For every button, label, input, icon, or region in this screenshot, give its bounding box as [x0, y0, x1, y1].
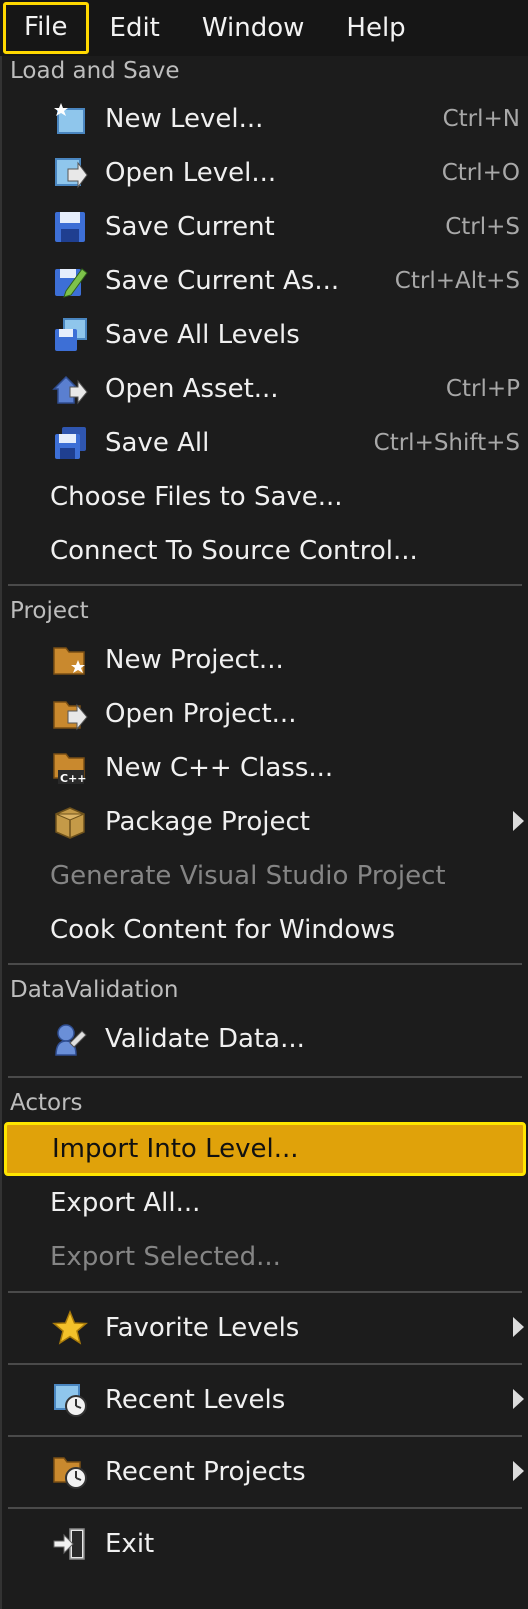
menu-item-recent-levels[interactable]: Recent Levels [2, 1373, 528, 1427]
package-icon [52, 804, 88, 840]
save-current-shortcut: Ctrl+S [445, 214, 520, 240]
open-asset-label: Open Asset... [105, 374, 279, 404]
menu-item-generate-visual-studio-project: Generate Visual Studio Project [2, 849, 528, 903]
choose-files-label: Choose Files to Save... [50, 482, 343, 512]
menu-item-validate-data[interactable]: Validate Data... [2, 1012, 528, 1066]
validate-data-icon [52, 1021, 88, 1057]
open-project-label: Open Project... [105, 699, 297, 729]
favorite-levels-label: Favorite Levels [105, 1313, 300, 1343]
separator [8, 1363, 522, 1365]
save-all-levels-label: Save All Levels [105, 320, 300, 350]
new-project-icon [52, 642, 88, 678]
open-asset-icon [52, 371, 88, 407]
export-selected-label: Export Selected... [50, 1242, 281, 1272]
separator [8, 1291, 522, 1293]
menu-item-save-current-as[interactable]: Save Current As... Ctrl+Alt+S [2, 254, 528, 308]
separator [8, 584, 522, 586]
menu-item-package-project[interactable]: Package Project [2, 795, 528, 849]
menu-item-export-all[interactable]: Export All... [2, 1176, 528, 1230]
save-all-icon [52, 425, 88, 461]
section-actors: Actors [10, 1090, 83, 1116]
menu-item-new-level[interactable]: New Level... Ctrl+N [2, 92, 528, 146]
cook-content-label: Cook Content for Windows [50, 915, 396, 945]
recent-levels-label: Recent Levels [105, 1385, 286, 1415]
menu-item-choose-files-to-save[interactable]: Choose Files to Save... [2, 470, 528, 524]
menu-item-connect-source-control[interactable]: Connect To Source Control... [2, 524, 528, 578]
open-level-label: Open Level... [105, 158, 277, 188]
menu-item-save-current[interactable]: Save Current Ctrl+S [2, 200, 528, 254]
menu-help[interactable]: Help [325, 3, 426, 53]
submenu-arrow-icon [513, 1317, 524, 1337]
menu-item-recent-projects[interactable]: Recent Projects [2, 1445, 528, 1499]
save-all-label: Save All [105, 428, 210, 458]
new-level-shortcut: Ctrl+N [442, 106, 520, 132]
cpp-class-icon: C++ [52, 750, 88, 786]
star-icon [52, 1310, 88, 1346]
new-level-icon [52, 101, 88, 137]
recent-projects-label: Recent Projects [105, 1457, 306, 1487]
menu-item-export-selected: Export Selected... [2, 1230, 528, 1284]
menu-item-save-all[interactable]: Save All Ctrl+Shift+S [2, 416, 528, 470]
save-icon [52, 209, 88, 245]
exit-icon [52, 1526, 88, 1562]
menu-item-new-cpp-class[interactable]: C++ New C++ Class... [2, 741, 528, 795]
submenu-arrow-icon [513, 811, 524, 831]
open-level-shortcut: Ctrl+O [441, 160, 520, 186]
separator [8, 1076, 522, 1078]
menu-item-exit[interactable]: Exit [2, 1517, 528, 1571]
separator [8, 963, 522, 965]
connect-source-label: Connect To Source Control... [50, 536, 418, 566]
menu-item-save-all-levels[interactable]: Save All Levels [2, 308, 528, 362]
exit-label: Exit [105, 1529, 155, 1559]
save-current-as-shortcut: Ctrl+Alt+S [394, 268, 520, 294]
save-current-as-label: Save Current As... [105, 266, 340, 296]
submenu-arrow-icon [513, 1461, 524, 1481]
new-cpp-class-label: New C++ Class... [105, 753, 334, 783]
open-project-icon [52, 696, 88, 732]
section-data-validation: DataValidation [10, 977, 179, 1003]
menu-item-open-asset[interactable]: Open Asset... Ctrl+P [2, 362, 528, 416]
import-into-level-label: Import Into Level... [52, 1134, 299, 1164]
submenu-arrow-icon [513, 1389, 524, 1409]
separator [8, 1435, 522, 1437]
menu-item-favorite-levels[interactable]: Favorite Levels [2, 1301, 528, 1355]
open-level-icon [52, 155, 88, 191]
menu-file[interactable]: File [3, 2, 89, 54]
section-load-and-save: Load and Save [10, 58, 180, 84]
new-level-label: New Level... [105, 104, 264, 134]
export-all-label: Export All... [50, 1188, 201, 1218]
recent-projects-icon [52, 1454, 88, 1490]
file-menu-dropdown: Load and Save New Level... Ctrl+N Open L… [0, 56, 528, 1609]
menu-item-cook-content[interactable]: Cook Content for Windows [2, 903, 528, 957]
menu-item-open-level[interactable]: Open Level... Ctrl+O [2, 146, 528, 200]
menu-item-new-project[interactable]: New Project... [2, 633, 528, 687]
validate-data-label: Validate Data... [105, 1024, 305, 1054]
separator [8, 1507, 522, 1509]
menu-window[interactable]: Window [181, 3, 326, 53]
section-project: Project [10, 598, 89, 624]
generate-vs-label: Generate Visual Studio Project [50, 861, 446, 891]
save-all-shortcut: Ctrl+Shift+S [373, 430, 520, 456]
save-all-levels-icon [52, 317, 88, 353]
open-asset-shortcut: Ctrl+P [445, 376, 520, 402]
menu-item-import-into-level[interactable]: Import Into Level... [4, 1122, 526, 1176]
package-project-label: Package Project [105, 807, 310, 837]
svg-text:C++: C++ [60, 772, 87, 785]
recent-levels-icon [52, 1382, 88, 1418]
menu-bar: File Edit Window Help [0, 0, 528, 56]
menu-edit[interactable]: Edit [89, 3, 181, 53]
save-current-label: Save Current [105, 212, 275, 242]
new-project-label: New Project... [105, 645, 284, 675]
menu-item-open-project[interactable]: Open Project... [2, 687, 528, 741]
save-as-icon [52, 263, 88, 299]
